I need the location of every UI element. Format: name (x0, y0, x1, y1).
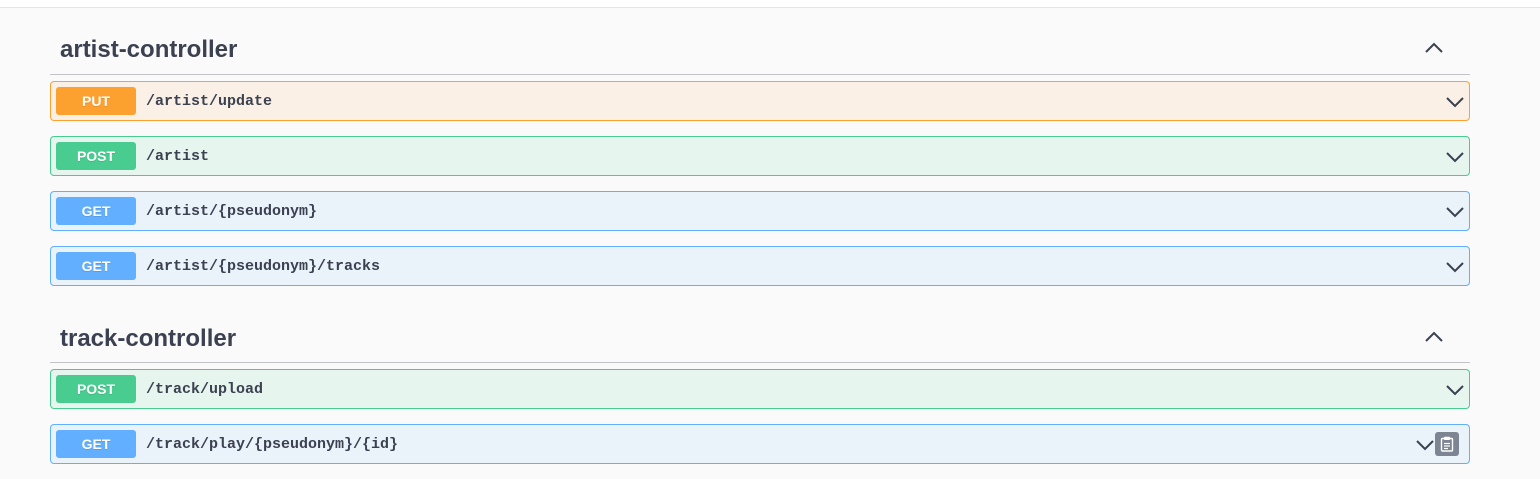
method-badge: GET (56, 252, 136, 280)
operations-list: artist-controller PUT /artist/update POS… (50, 8, 1470, 479)
operation-put-artist-update[interactable]: PUT /artist/update (50, 81, 1470, 121)
chevron-down-icon[interactable] (1445, 257, 1465, 277)
chevron-down-icon[interactable] (1415, 435, 1435, 455)
chevron-up-icon[interactable] (1422, 325, 1446, 349)
operation-path: /artist (146, 147, 210, 165)
chevron-down-icon[interactable] (1445, 380, 1465, 400)
operation-get-artist-pseudonym[interactable]: GET /artist/{pseudonym} (50, 191, 1470, 231)
operation-post-artist[interactable]: POST /artist (50, 136, 1470, 176)
operation-path: /artist/{pseudonym} (146, 202, 318, 220)
tag-title: track-controller (60, 324, 237, 352)
tag-header-track-controller[interactable]: track-controller (50, 301, 1470, 363)
tag-title: artist-controller (60, 36, 238, 63)
method-badge: GET (56, 430, 136, 458)
operation-path: /artist/update (146, 92, 273, 110)
method-badge: POST (56, 142, 136, 170)
tag-header-artist-controller[interactable]: artist-controller (50, 8, 1470, 75)
operation-path: /track/upload (146, 380, 264, 398)
clipboard-icon[interactable] (1435, 432, 1459, 456)
method-badge: GET (56, 197, 136, 225)
operation-post-track-upload[interactable]: POST /track/upload (50, 369, 1470, 409)
chevron-up-icon[interactable] (1422, 36, 1446, 60)
operation-path: /artist/{pseudonym}/tracks (146, 257, 381, 275)
method-badge: PUT (56, 87, 136, 115)
method-badge: POST (56, 375, 136, 403)
operation-get-artist-pseudonym-tracks[interactable]: GET /artist/{pseudonym}/tracks (50, 246, 1470, 286)
chevron-down-icon[interactable] (1445, 147, 1465, 167)
operation-path: /track/play/{pseudonym}/{id} (146, 435, 399, 453)
chevron-down-icon[interactable] (1445, 92, 1465, 112)
operation-get-track-play[interactable]: GET /track/play/{pseudonym}/{id} (50, 424, 1470, 464)
top-bar-border (0, 0, 1540, 8)
chevron-down-icon[interactable] (1445, 202, 1465, 222)
